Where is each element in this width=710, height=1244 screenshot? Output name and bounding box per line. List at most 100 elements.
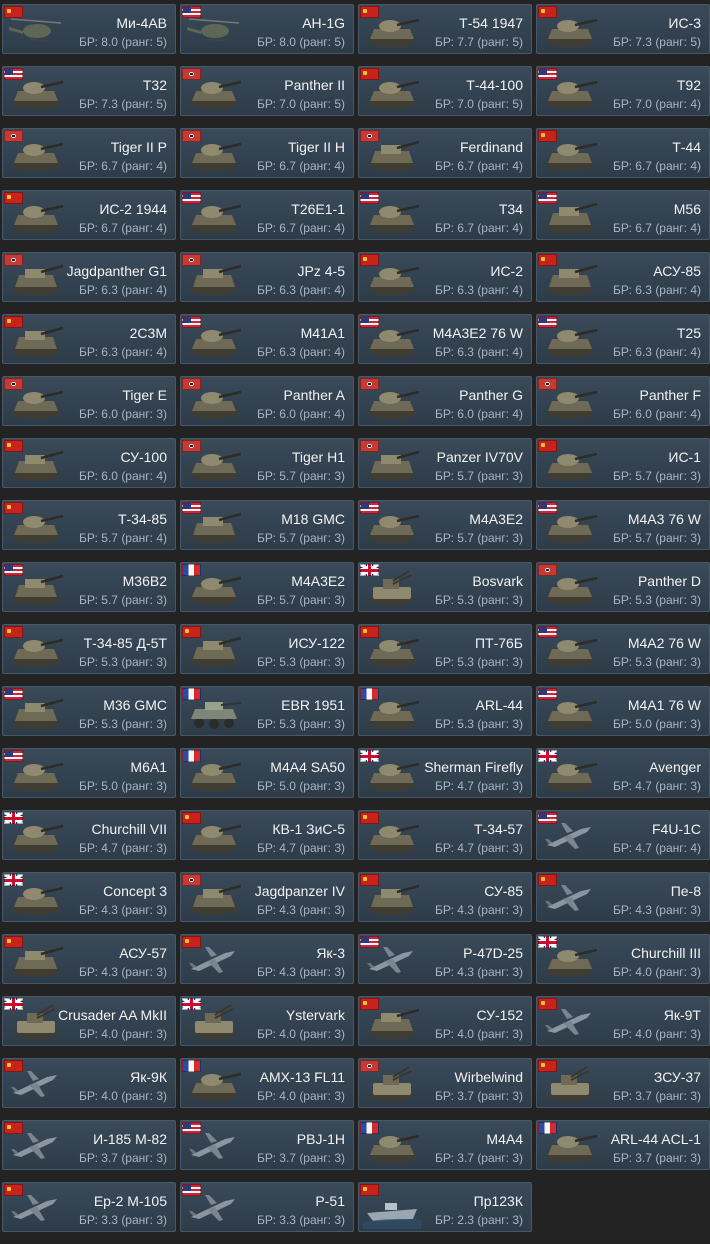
- vehicle-card[interactable]: ИС-2 БР: 6.3 (ранг: 4): [358, 252, 532, 302]
- vehicle-card[interactable]: ИСУ-122 БР: 5.3 (ранг: 3): [180, 624, 354, 674]
- vehicle-name: Як-3: [316, 945, 345, 961]
- vehicle-card[interactable]: ИС-2 1944 БР: 6.7 (ранг: 4): [2, 190, 176, 240]
- vehicle-card[interactable]: M4A3E2 76 W БР: 6.3 (ранг: 4): [358, 314, 532, 364]
- vehicle-name: Panther A: [283, 387, 346, 403]
- vehicle-card[interactable]: P-51 БР: 3.3 (ранг: 3): [180, 1182, 354, 1232]
- vehicle-name: 2С3М: [129, 325, 167, 341]
- vehicle-card[interactable]: Jagdpanzer IV БР: 4.3 (ранг: 3): [180, 872, 354, 922]
- vehicle-card[interactable]: Panzer IV70V БР: 5.7 (ранг: 3): [358, 438, 532, 488]
- flag-ussr-icon: [538, 254, 557, 266]
- vehicle-card[interactable]: T25 БР: 6.3 (ранг: 4): [536, 314, 710, 364]
- vehicle-card[interactable]: Panther F БР: 6.0 (ранг: 4): [536, 376, 710, 426]
- vehicle-card[interactable]: И-185 М-82 БР: 3.7 (ранг: 3): [2, 1120, 176, 1170]
- vehicle-name: P-47D-25: [463, 945, 523, 961]
- vehicle-card[interactable]: T34 БР: 6.7 (ранг: 4): [358, 190, 532, 240]
- vehicle-card[interactable]: Tiger II H БР: 6.7 (ранг: 4): [180, 128, 354, 178]
- vehicle-card[interactable]: EBR 1951 БР: 5.3 (ранг: 3): [180, 686, 354, 736]
- vehicle-name: Panther F: [639, 387, 701, 403]
- vehicle-card[interactable]: 2С3М БР: 6.3 (ранг: 4): [2, 314, 176, 364]
- battle-rating: БР: 5.3 (ранг: 3): [435, 593, 523, 607]
- flag-ussr-icon: [4, 502, 23, 514]
- vehicle-card[interactable]: Crusader AA MkII БР: 4.0 (ранг: 3): [2, 996, 176, 1046]
- vehicle-card[interactable]: СУ-100 БР: 6.0 (ранг: 4): [2, 438, 176, 488]
- vehicle-card[interactable]: P-47D-25 БР: 4.3 (ранг: 3): [358, 934, 532, 984]
- vehicle-card[interactable]: F4U-1C БР: 4.7 (ранг: 4): [536, 810, 710, 860]
- vehicle-card[interactable]: Пе-8 БР: 4.3 (ранг: 3): [536, 872, 710, 922]
- vehicle-card[interactable]: M4A3E2 БР: 5.7 (ранг: 3): [358, 500, 532, 550]
- vehicle-card[interactable]: Т-34-85 БР: 5.7 (ранг: 4): [2, 500, 176, 550]
- vehicle-card[interactable]: Як-3 БР: 4.3 (ранг: 3): [180, 934, 354, 984]
- vehicle-card[interactable]: Tiger E БР: 6.0 (ранг: 3): [2, 376, 176, 426]
- vehicle-card[interactable]: PBJ-1H БР: 3.7 (ранг: 3): [180, 1120, 354, 1170]
- vehicle-name: Як-9Т: [663, 1007, 701, 1023]
- vehicle-name: КВ-1 ЗиС-5: [272, 821, 345, 837]
- vehicle-card[interactable]: СУ-152 БР: 4.0 (ранг: 3): [358, 996, 532, 1046]
- vehicle-card[interactable]: Churchill III БР: 4.0 (ранг: 3): [536, 934, 710, 984]
- vehicle-card[interactable]: Т-54 1947 БР: 7.7 (ранг: 5): [358, 4, 532, 54]
- vehicle-card[interactable]: Tiger H1 БР: 5.7 (ранг: 3): [180, 438, 354, 488]
- vehicle-card[interactable]: Т-44-100 БР: 7.0 (ранг: 5): [358, 66, 532, 116]
- vehicle-card[interactable]: ИС-3 БР: 7.3 (ранг: 5): [536, 4, 710, 54]
- vehicle-card[interactable]: Tiger II P БР: 6.7 (ранг: 4): [2, 128, 176, 178]
- vehicle-card[interactable]: M4A4 SA50 БР: 5.0 (ранг: 3): [180, 748, 354, 798]
- battle-rating: БР: 5.0 (ранг: 3): [613, 717, 701, 731]
- vehicle-card[interactable]: Ferdinand БР: 6.7 (ранг: 4): [358, 128, 532, 178]
- vehicle-card[interactable]: ARL-44 ACL-1 БР: 3.7 (ранг: 3): [536, 1120, 710, 1170]
- vehicle-card[interactable]: M4A3 76 W БР: 5.7 (ранг: 3): [536, 500, 710, 550]
- vehicle-card[interactable]: M4A1 76 W БР: 5.0 (ранг: 3): [536, 686, 710, 736]
- vehicle-card[interactable]: Як-9К БР: 4.0 (ранг: 3): [2, 1058, 176, 1108]
- vehicle-card[interactable]: Sherman Firefly БР: 4.7 (ранг: 3): [358, 748, 532, 798]
- vehicle-card[interactable]: Ми-4АВ БР: 8.0 (ранг: 5): [2, 4, 176, 54]
- vehicle-card[interactable]: M4A4 БР: 3.7 (ранг: 3): [358, 1120, 532, 1170]
- vehicle-card[interactable]: ПТ-76Б БР: 5.3 (ранг: 3): [358, 624, 532, 674]
- vehicle-card[interactable]: АСУ-57 БР: 4.3 (ранг: 3): [2, 934, 176, 984]
- vehicle-card[interactable]: Panther A БР: 6.0 (ранг: 4): [180, 376, 354, 426]
- vehicle-card[interactable]: JPz 4-5 БР: 6.3 (ранг: 4): [180, 252, 354, 302]
- vehicle-card[interactable]: Т-44 БР: 6.7 (ранг: 4): [536, 128, 710, 178]
- flag-germany-icon: [182, 68, 201, 80]
- vehicle-name: T25: [676, 325, 701, 341]
- vehicle-card[interactable]: ИС-1 БР: 5.7 (ранг: 3): [536, 438, 710, 488]
- vehicle-card[interactable]: M36 GMC БР: 5.3 (ранг: 3): [2, 686, 176, 736]
- vehicle-card[interactable]: СУ-85 БР: 4.3 (ранг: 3): [358, 872, 532, 922]
- vehicle-card[interactable]: T92 БР: 7.0 (ранг: 4): [536, 66, 710, 116]
- vehicle-card[interactable]: Concept 3 БР: 4.3 (ранг: 3): [2, 872, 176, 922]
- vehicle-card[interactable]: Пр123К БР: 2.3 (ранг: 3): [358, 1182, 532, 1232]
- vehicle-card[interactable]: Bosvark БР: 5.3 (ранг: 3): [358, 562, 532, 612]
- vehicle-name: ИС-2: [490, 263, 523, 279]
- vehicle-card[interactable]: Ер-2 М-105 БР: 3.3 (ранг: 3): [2, 1182, 176, 1232]
- vehicle-card[interactable]: M36B2 БР: 5.7 (ранг: 3): [2, 562, 176, 612]
- flag-france-icon: [182, 688, 201, 700]
- vehicle-card[interactable]: Wirbelwind БР: 3.7 (ранг: 3): [358, 1058, 532, 1108]
- vehicle-card[interactable]: Panther II БР: 7.0 (ранг: 5): [180, 66, 354, 116]
- vehicle-card[interactable]: Т-34-57 БР: 4.7 (ранг: 3): [358, 810, 532, 860]
- vehicle-card[interactable]: AH-1G БР: 8.0 (ранг: 5): [180, 4, 354, 54]
- vehicle-card[interactable]: КВ-1 ЗиС-5 БР: 4.7 (ранг: 3): [180, 810, 354, 860]
- vehicle-name: Tiger II P: [110, 139, 167, 155]
- battle-rating: БР: 3.7 (ранг: 3): [613, 1089, 701, 1103]
- vehicle-card[interactable]: M4A2 76 W БР: 5.3 (ранг: 3): [536, 624, 710, 674]
- vehicle-grid: Ми-4АВ БР: 8.0 (ранг: 5) AH-1G БР: 8.0 (ра…: [0, 0, 710, 1244]
- vehicle-card[interactable]: Panther G БР: 6.0 (ранг: 4): [358, 376, 532, 426]
- vehicle-card[interactable]: ARL-44 БР: 5.3 (ранг: 3): [358, 686, 532, 736]
- vehicle-card[interactable]: M6A1 БР: 5.0 (ранг: 3): [2, 748, 176, 798]
- battle-rating: БР: 5.3 (ранг: 3): [613, 593, 701, 607]
- battle-rating: БР: 6.7 (ранг: 4): [613, 221, 701, 235]
- vehicle-card[interactable]: Avenger БР: 4.7 (ранг: 3): [536, 748, 710, 798]
- vehicle-card[interactable]: Ystervark БР: 4.0 (ранг: 3): [180, 996, 354, 1046]
- vehicle-card[interactable]: M41A1 БР: 6.3 (ранг: 4): [180, 314, 354, 364]
- vehicle-card[interactable]: T32 БР: 7.3 (ранг: 5): [2, 66, 176, 116]
- vehicle-card[interactable]: AMX-13 FL11 БР: 4.0 (ранг: 3): [180, 1058, 354, 1108]
- vehicle-card[interactable]: M4A3E2 БР: 5.7 (ранг: 3): [180, 562, 354, 612]
- vehicle-card[interactable]: АСУ-85 БР: 6.3 (ранг: 4): [536, 252, 710, 302]
- vehicle-card[interactable]: Т-34-85 Д-5Т БР: 5.3 (ранг: 3): [2, 624, 176, 674]
- vehicle-card[interactable]: Panther D БР: 5.3 (ранг: 3): [536, 562, 710, 612]
- vehicle-card[interactable]: T26E1-1 БР: 6.7 (ранг: 4): [180, 190, 354, 240]
- vehicle-card[interactable]: Jagdpanther G1 БР: 6.3 (ранг: 4): [2, 252, 176, 302]
- vehicle-card[interactable]: M56 БР: 6.7 (ранг: 4): [536, 190, 710, 240]
- vehicle-name: M4A3 76 W: [627, 511, 701, 527]
- vehicle-card[interactable]: Як-9Т БР: 4.0 (ранг: 3): [536, 996, 710, 1046]
- vehicle-card[interactable]: M18 GMC БР: 5.7 (ранг: 3): [180, 500, 354, 550]
- vehicle-card[interactable]: Churchill VII БР: 4.7 (ранг: 3): [2, 810, 176, 860]
- vehicle-card[interactable]: ЗСУ-37 БР: 3.7 (ранг: 3): [536, 1058, 710, 1108]
